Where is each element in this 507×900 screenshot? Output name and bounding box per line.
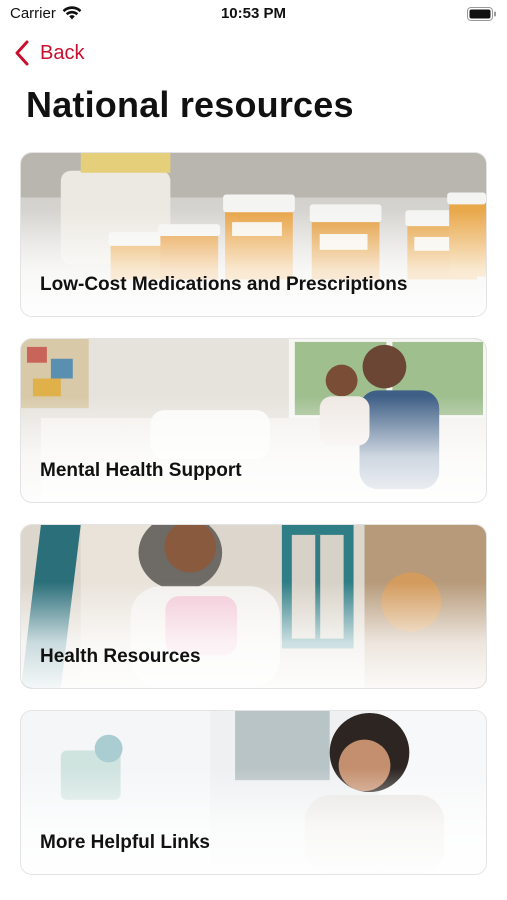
resource-card-list: Low-Cost Medications and Prescriptions M…	[20, 152, 487, 896]
resource-card-mental-health[interactable]: Mental Health Support	[20, 338, 487, 503]
battery-icon	[467, 7, 497, 26]
back-button[interactable]: Back	[14, 38, 84, 68]
resource-card-medications[interactable]: Low-Cost Medications and Prescriptions	[20, 152, 487, 317]
card-label: Mental Health Support	[40, 460, 242, 481]
card-label: Low-Cost Medications and Prescriptions	[40, 274, 408, 295]
back-label: Back	[40, 41, 85, 64]
chevron-left-icon	[15, 40, 29, 66]
card-label: Health Resources	[40, 646, 201, 667]
status-time: 10:53 PM	[220, 5, 287, 22]
status-bar: Carrier 10:53 PM	[0, 0, 507, 30]
resource-card-helpful-links[interactable]: More Helpful Links	[20, 710, 487, 875]
card-label: More Helpful Links	[40, 832, 210, 853]
page-title: National resources	[26, 84, 354, 125]
resource-card-health-resources[interactable]: Health Resources	[20, 524, 487, 689]
